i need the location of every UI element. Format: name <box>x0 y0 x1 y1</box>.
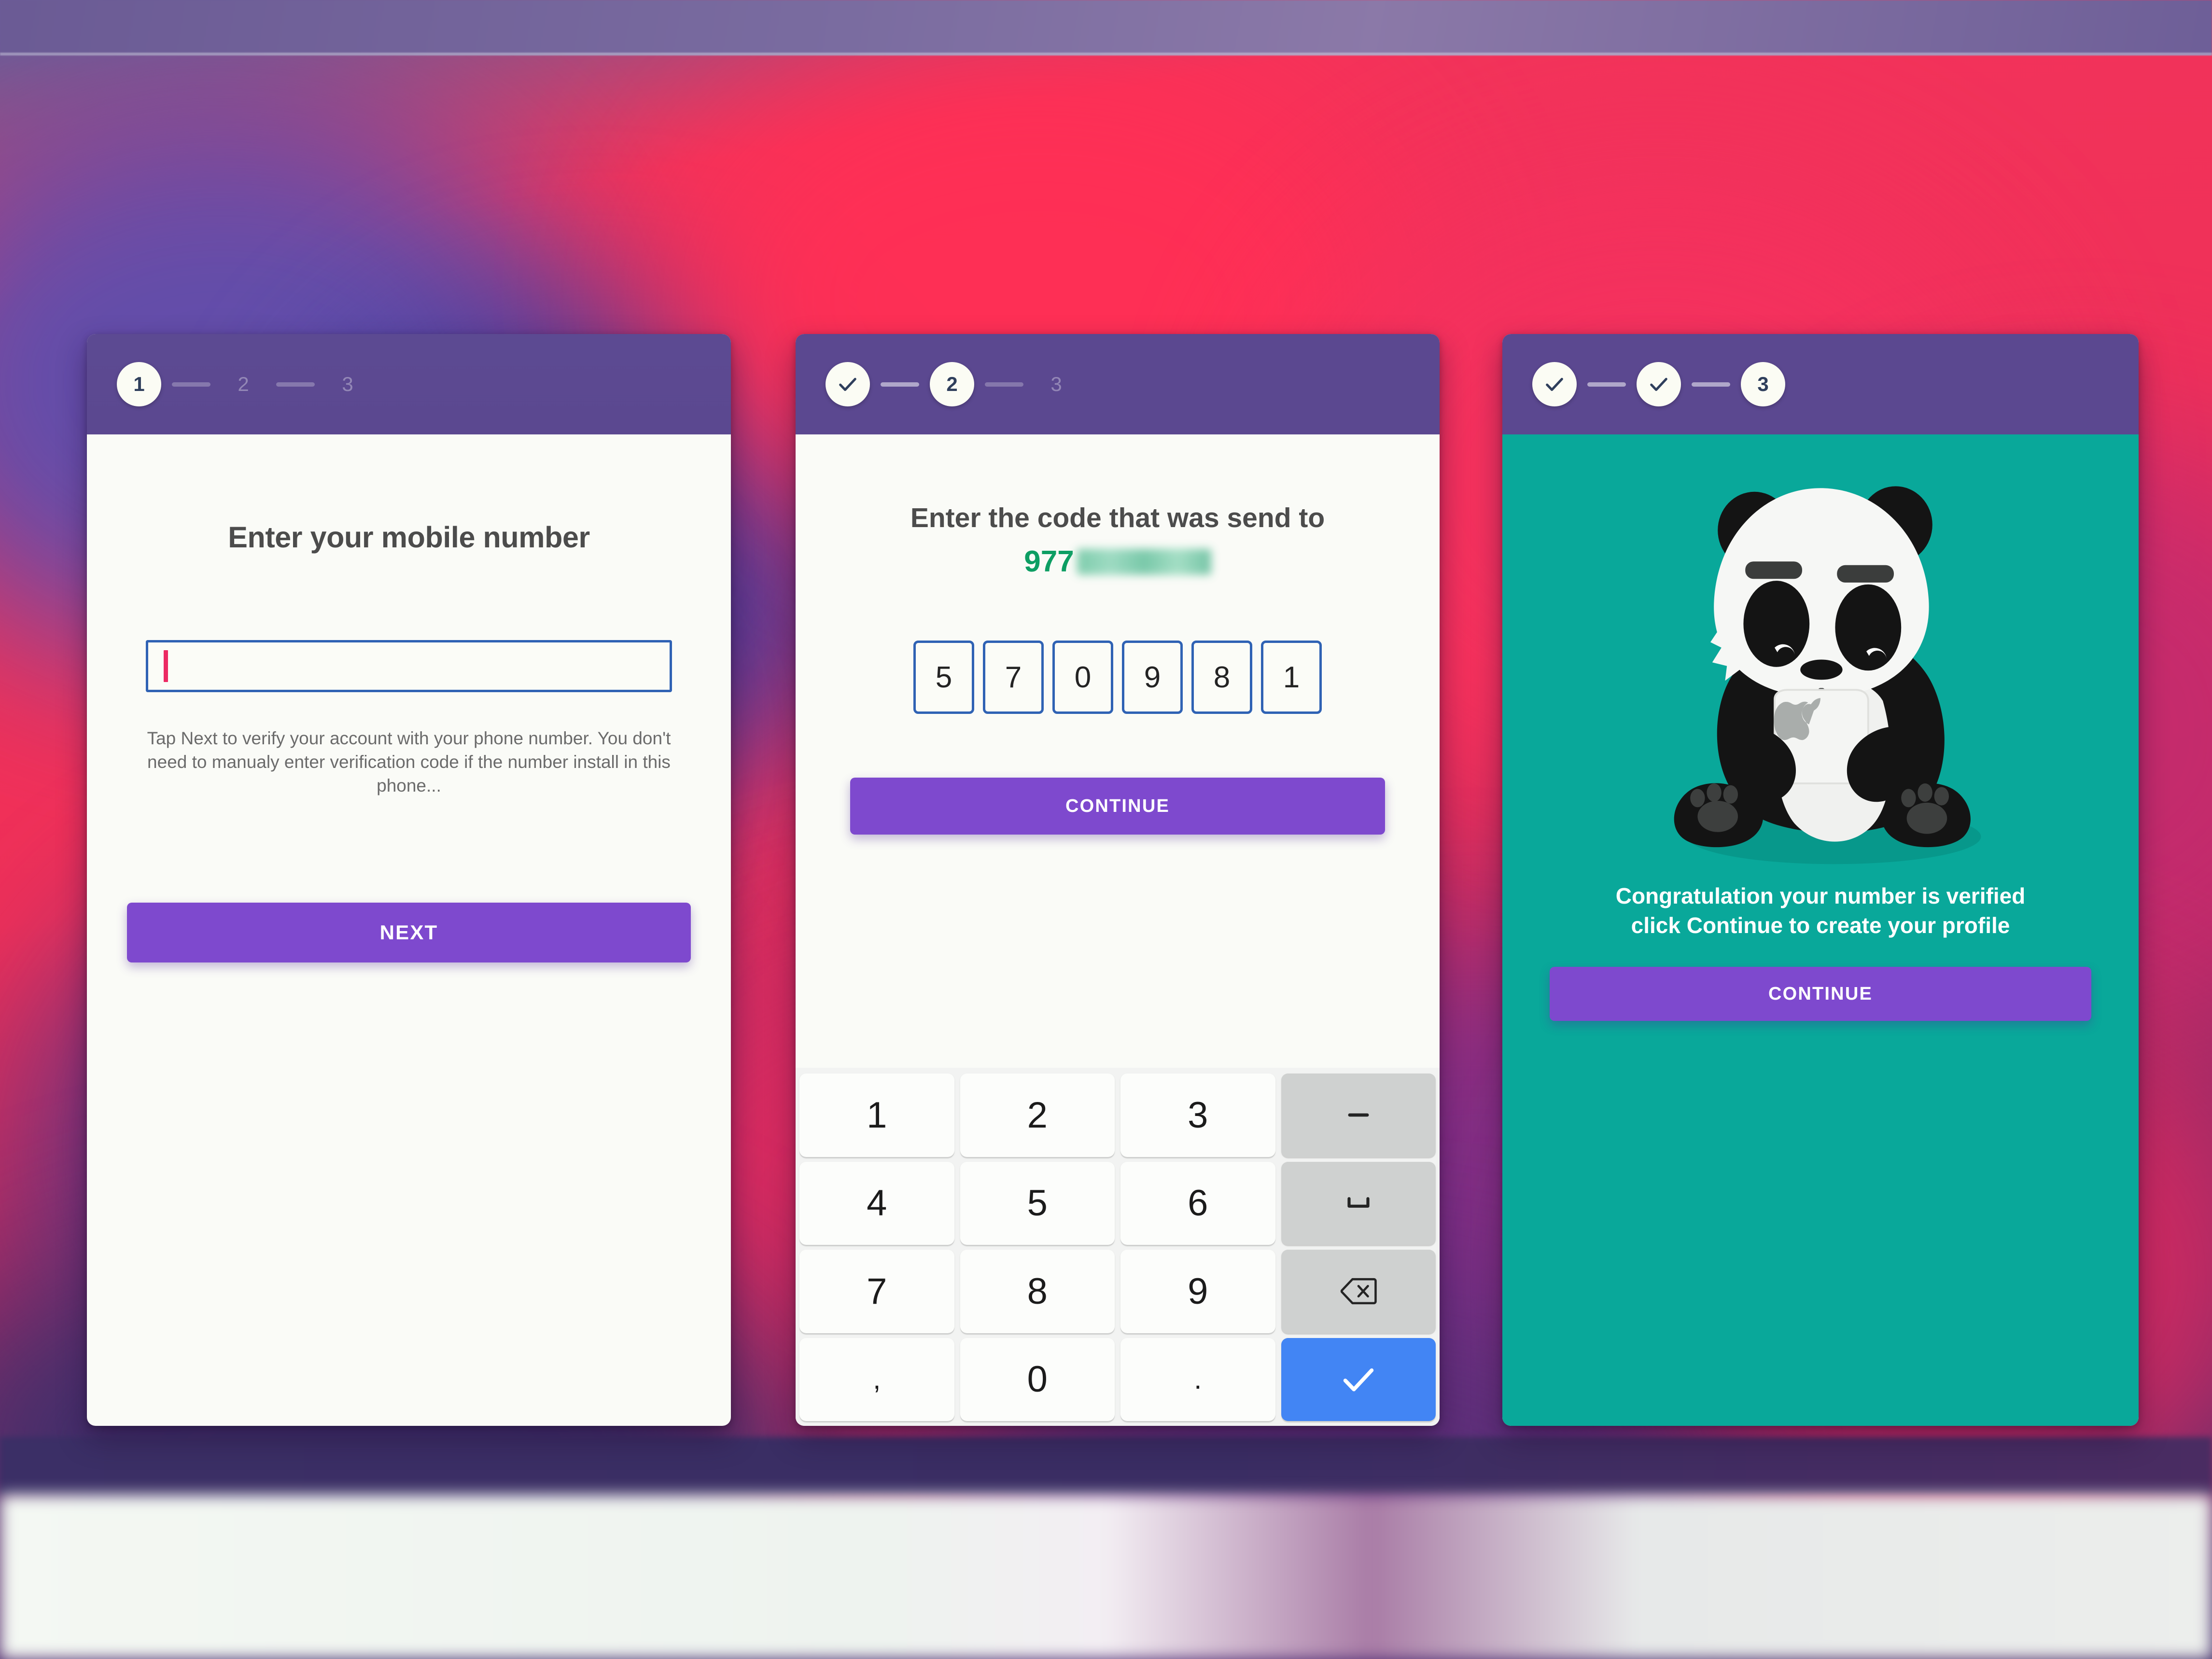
panda-holding-phone-illustration <box>1637 452 2004 877</box>
screen-3-body: Congratulation your number is verified c… <box>1502 434 2139 1426</box>
step-connector <box>1692 382 1730 387</box>
backspace-icon <box>1340 1272 1377 1310</box>
check-icon <box>1339 1360 1378 1399</box>
phone-screen-3: 3 Congratulation your number is verified… <box>1502 334 2139 1426</box>
key-8[interactable]: 8 <box>960 1250 1115 1333</box>
verification-hint-text: Tap Next to verify your account with you… <box>117 727 701 797</box>
key-4[interactable]: 4 <box>799 1162 954 1245</box>
step-2-done[interactable] <box>1637 362 1681 406</box>
phone-screen-1: 1 2 3 Enter your mobile number Tap Next … <box>87 334 731 1426</box>
step-1-done[interactable] <box>1532 362 1577 406</box>
step-3-pending[interactable]: 3 <box>1034 362 1078 406</box>
keyboard-row: 4 5 6 <box>799 1162 1436 1245</box>
bottom-dark-band <box>0 1437 2212 1495</box>
key-comma[interactable]: , <box>799 1338 954 1422</box>
panda-svg <box>1637 452 2004 877</box>
continue-button[interactable]: CONTINUE <box>1550 967 2091 1021</box>
key-period[interactable]: . <box>1120 1338 1275 1422</box>
phone-prefix: 977 <box>1024 544 1074 579</box>
top-band <box>0 0 2212 56</box>
keyboard-row: , 0 . <box>799 1338 1436 1422</box>
otp-digit-6[interactable]: 1 <box>1261 641 1322 714</box>
key-0[interactable]: 0 <box>960 1338 1115 1422</box>
step-2-active[interactable]: 2 <box>930 362 974 406</box>
otp-input-row: 5 7 0 9 8 1 <box>826 641 1410 714</box>
screen-2-body: Enter the code that was send to 977 5 7 … <box>796 502 1440 835</box>
destination-phone-number: 977 <box>826 544 1410 579</box>
screen-1-body: Enter your mobile number Tap Next to ver… <box>87 520 731 962</box>
key-5[interactable]: 5 <box>960 1162 1115 1245</box>
otp-digit-2[interactable]: 7 <box>983 641 1044 714</box>
key-7[interactable]: 7 <box>799 1250 954 1333</box>
step-1-done[interactable] <box>826 362 870 406</box>
space-key[interactable] <box>1281 1162 1436 1245</box>
success-message: Congratulation your number is verified c… <box>1596 881 2045 940</box>
step-connector <box>985 382 1023 387</box>
key-2[interactable]: 2 <box>960 1073 1115 1157</box>
step-3-pending[interactable]: 3 <box>325 362 370 406</box>
space-bar-icon <box>1340 1185 1377 1222</box>
step-2-pending[interactable]: 2 <box>221 362 266 406</box>
enter-key[interactable] <box>1281 1338 1436 1422</box>
check-icon <box>1648 373 1670 395</box>
otp-digit-1[interactable]: 5 <box>913 641 974 714</box>
backspace-key[interactable] <box>1281 1250 1436 1333</box>
mobile-number-input[interactable] <box>146 640 672 692</box>
step-indicator-bar-2: 2 3 <box>796 334 1440 434</box>
step-connector <box>881 382 919 387</box>
otp-digit-4[interactable]: 9 <box>1122 641 1183 714</box>
otp-digit-3[interactable]: 0 <box>1052 641 1113 714</box>
step-3-active[interactable]: 3 <box>1741 362 1785 406</box>
key-9[interactable]: 9 <box>1120 1250 1275 1333</box>
key-3[interactable]: 3 <box>1120 1073 1275 1157</box>
numeric-keyboard: 1 2 3 4 5 6 7 8 9 , 0 . <box>796 1068 1440 1426</box>
key-1[interactable]: 1 <box>799 1073 954 1157</box>
keyboard-row: 7 8 9 <box>799 1250 1436 1333</box>
step-connector <box>1587 382 1626 387</box>
continue-button[interactable]: CONTINUE <box>850 778 1385 835</box>
step-indicator-bar-1: 1 2 3 <box>87 334 731 434</box>
step-indicator-bar-3: 3 <box>1502 334 2139 434</box>
otp-title: Enter the code that was send to <box>826 502 1410 534</box>
phone-screen-2: 2 3 Enter the code that was send to 977 … <box>796 334 1440 1426</box>
step-1-active[interactable]: 1 <box>117 362 161 406</box>
success-message-line-2: click Continue to create your profile <box>1616 911 2026 940</box>
minus-key[interactable] <box>1281 1073 1436 1157</box>
step-connector <box>172 382 210 387</box>
success-message-line-1: Congratulation your number is verified <box>1616 881 2026 911</box>
bottom-band <box>0 1495 2212 1659</box>
check-icon <box>837 373 859 395</box>
step-connector <box>276 382 315 387</box>
key-6[interactable]: 6 <box>1120 1162 1275 1245</box>
keyboard-row: 1 2 3 <box>799 1073 1436 1157</box>
check-icon <box>1543 373 1566 395</box>
otp-digit-5[interactable]: 8 <box>1191 641 1252 714</box>
page-title: Enter your mobile number <box>117 520 701 554</box>
minus-icon <box>1340 1096 1377 1134</box>
text-caret <box>164 650 168 682</box>
masked-phone-digits <box>1077 549 1211 575</box>
next-button[interactable]: NEXT <box>127 903 691 962</box>
